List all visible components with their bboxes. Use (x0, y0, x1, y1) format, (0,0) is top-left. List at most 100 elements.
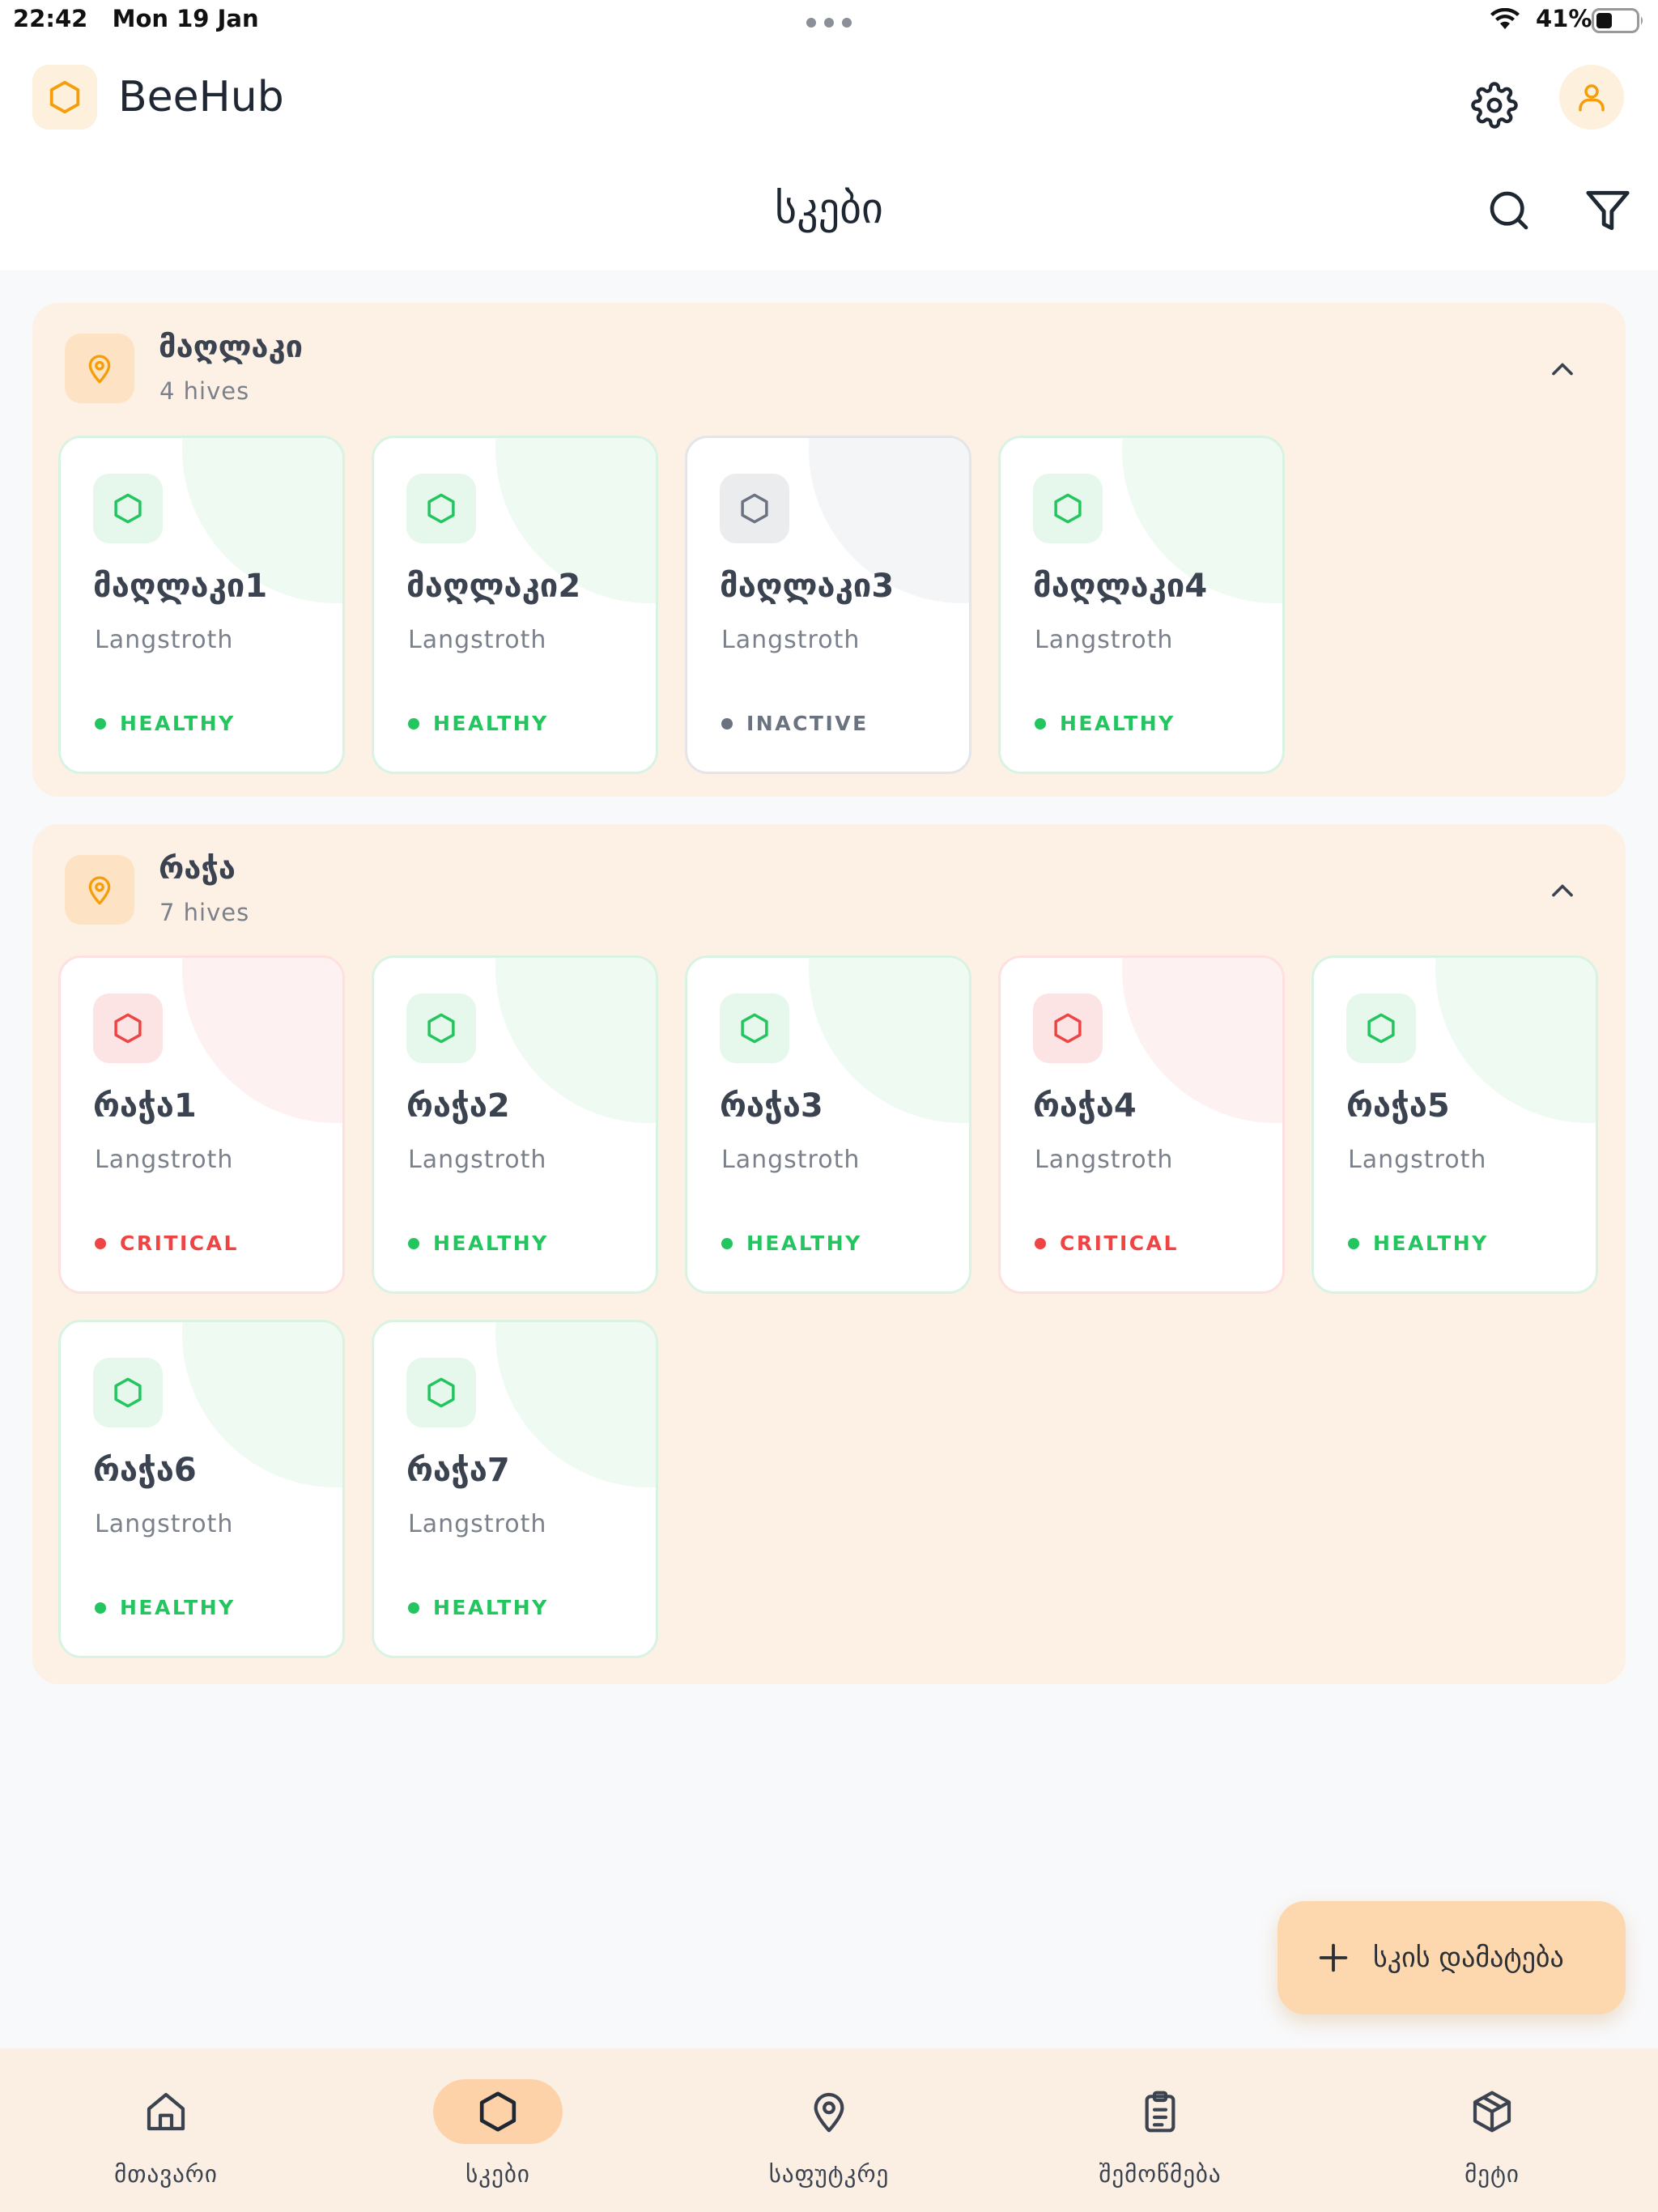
status-badge: CRITICAL (95, 1231, 239, 1255)
hive-icon-box (1033, 993, 1103, 1063)
hive-name: რაჭა6 (93, 1452, 197, 1489)
hive-icon-box (720, 474, 789, 543)
search-button[interactable] (1483, 185, 1535, 236)
nav-icon-wrap (1095, 2079, 1225, 2144)
hive-type: Langstroth (721, 626, 861, 654)
status-badge: HEALTHY (95, 712, 236, 735)
status-badge: HEALTHY (95, 1596, 236, 1619)
collapse-button[interactable] (1538, 345, 1587, 393)
hexagon-icon (114, 1013, 142, 1044)
hexagon-icon (1054, 493, 1082, 524)
search-icon (1490, 191, 1528, 230)
hive-type: Langstroth (1348, 1146, 1487, 1174)
hive-card[interactable]: მაღლაკი2 Langstroth HEALTHY (372, 436, 658, 774)
status-dot-icon (721, 1237, 733, 1249)
nav-label: შემოწმება (1099, 2160, 1222, 2188)
hive-name: მაღლაკი3 (720, 568, 895, 605)
nav-icon-wrap (1427, 2079, 1557, 2144)
hive-name: რაჭა7 (406, 1452, 510, 1489)
nav-icon-wrap (101, 2079, 231, 2144)
hive-icon-box (1033, 474, 1103, 543)
hive-name: რაჭა4 (1033, 1087, 1137, 1125)
hive-icon-box (93, 474, 163, 543)
status-time: 22:42 Mon 19 Jan (13, 5, 259, 32)
app-logo (32, 65, 97, 130)
profile-button[interactable] (1559, 65, 1624, 130)
app-header: BeeHub სკები (0, 40, 1658, 270)
home-icon (147, 2092, 185, 2131)
hive-name: რაჭა3 (720, 1087, 823, 1125)
map-pin-icon (88, 355, 111, 384)
add-hive-button[interactable]: სკის დამატება (1278, 1901, 1626, 2014)
hive-type: Langstroth (721, 1146, 861, 1174)
status-badge: HEALTHY (721, 1231, 862, 1255)
nav-label: საფუტკრე (768, 2160, 890, 2188)
gear-icon (1471, 82, 1518, 129)
map-pin-icon (88, 876, 111, 905)
hexagon-icon (479, 2091, 517, 2132)
status-badge: INACTIVE (721, 712, 869, 735)
nav-item-hives[interactable]: სკები (376, 2048, 619, 2212)
hive-card[interactable]: მაღლაკი3 Langstroth INACTIVE (685, 436, 971, 774)
status-dot-icon (1035, 717, 1046, 730)
hive-card[interactable]: რაჭა1 Langstroth CRITICAL (58, 955, 345, 1294)
hexagon-icon (427, 1377, 455, 1408)
hive-type: Langstroth (95, 626, 234, 654)
filter-button[interactable] (1582, 185, 1634, 236)
hexagon-icon (741, 1013, 768, 1044)
status-bar: 22:42 Mon 19 Jan 41% (0, 0, 1658, 40)
page-title: სკები (775, 185, 883, 233)
status-dot-icon (95, 1237, 106, 1249)
clipboard-icon (1145, 2091, 1175, 2133)
hive-type: Langstroth (1035, 626, 1174, 654)
status-dot-icon (1035, 1237, 1046, 1249)
status-badge: HEALTHY (1348, 1231, 1489, 1255)
collapse-button[interactable] (1538, 866, 1587, 915)
hexagon-icon (427, 493, 455, 524)
battery-percent: 41% (1536, 5, 1592, 32)
hive-card[interactable]: რაჭა4 Langstroth CRITICAL (998, 955, 1285, 1294)
multitasking-dots-icon[interactable] (806, 18, 852, 28)
hive-type: Langstroth (408, 1146, 547, 1174)
wifi-icon (1490, 8, 1520, 29)
location-icon-box (65, 334, 134, 403)
add-hive-label: სკის დამატება (1373, 1942, 1564, 1974)
hive-icon-box (406, 993, 476, 1063)
hive-icon-box (720, 993, 789, 1063)
chevron-up-icon (1552, 884, 1573, 897)
nav-item-home[interactable]: მთავარი (45, 2048, 287, 2212)
hive-name: მაღლაკი2 (406, 568, 581, 605)
hive-card[interactable]: რაჭა6 Langstroth HEALTHY (58, 1320, 345, 1658)
hive-icon-box (93, 993, 163, 1063)
hive-card[interactable]: რაჭა5 Langstroth HEALTHY (1312, 955, 1598, 1294)
hive-type: Langstroth (95, 1146, 234, 1174)
hive-type: Langstroth (408, 1510, 547, 1538)
location-icon-box (65, 855, 134, 925)
bottom-navigation: მთავარი სკები საფუტკრე შემოწმება მეტი (0, 2048, 1658, 2212)
user-icon (1579, 84, 1605, 112)
hexagon-logo-icon (49, 80, 80, 114)
location-name: მაღლაკი (159, 329, 303, 364)
plus-icon (1319, 1943, 1348, 1972)
hive-icon-box (406, 474, 476, 543)
hive-name: მაღლაკი1 (93, 568, 268, 605)
hive-card[interactable]: რაჭა7 Langstroth HEALTHY (372, 1320, 658, 1658)
hive-card[interactable]: მაღლაკი1 Langstroth HEALTHY (58, 436, 345, 774)
box-icon (1473, 2091, 1511, 2133)
hive-card[interactable]: რაჭა2 Langstroth HEALTHY (372, 955, 658, 1294)
hive-card[interactable]: რაჭა3 Langstroth HEALTHY (685, 955, 971, 1294)
hive-card[interactable]: მაღლაკი4 Langstroth HEALTHY (998, 436, 1285, 774)
chevron-up-icon (1552, 363, 1573, 376)
hive-type: Langstroth (95, 1510, 234, 1538)
nav-item-apiary[interactable]: საფუტკრე (708, 2048, 950, 2212)
hexagon-icon (1054, 1013, 1082, 1044)
hive-type: Langstroth (408, 626, 547, 654)
hive-name: მაღლაკი4 (1033, 568, 1208, 605)
status-dot-icon (408, 717, 419, 730)
nav-item-inspection[interactable]: შემოწმება (1039, 2048, 1282, 2212)
nav-item-more[interactable]: მეტი (1371, 2048, 1613, 2212)
status-dot-icon (408, 1602, 419, 1614)
status-dot-icon (95, 717, 106, 730)
settings-button[interactable] (1462, 73, 1527, 138)
nav-label: მეტი (1465, 2160, 1520, 2188)
